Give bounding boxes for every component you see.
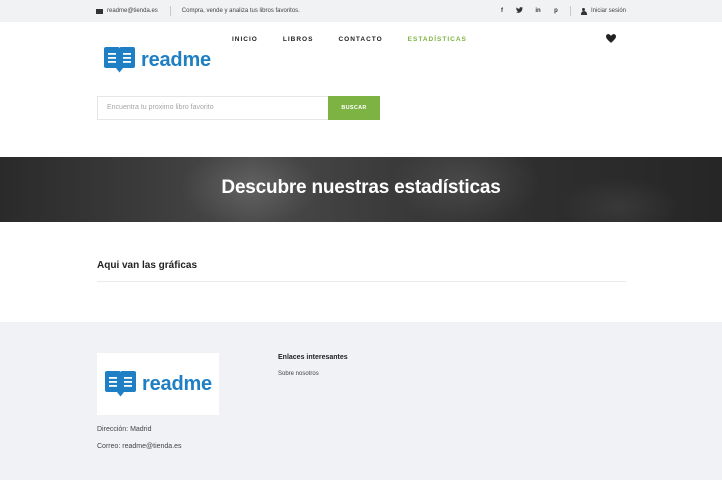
main-nav: INICIO LIBROS CONTACTO ESTADÍSTICAS [232,35,492,45]
top-bar: readme@tienda.es Compra, vende y analiza… [0,0,722,22]
pinterest-icon[interactable]: p [552,8,560,14]
twitter-icon[interactable] [516,7,524,15]
search-input[interactable]: Encuentra tu proximo libro favorito [97,96,328,120]
top-email-text: readme@tienda.es [107,8,158,14]
nav-item-contacto[interactable]: CONTACTO [338,35,382,45]
banner-title: Descubre nuestras estadísticas [221,177,501,198]
nav-item-estadisticas[interactable]: ESTADÍSTICAS [408,35,467,45]
logo-text: readme [141,48,211,71]
hero-banner: Descubre nuestras estadísticas [0,157,722,222]
search-button[interactable]: BUSCAR [328,96,380,120]
book-logo-icon [105,371,137,397]
user-icon [580,7,587,15]
footer-links-title: Enlaces interesantes [278,354,348,361]
linkedin-icon[interactable]: in [534,8,542,14]
footer-logo-text: readme [142,372,212,395]
top-email[interactable]: readme@tienda.es [96,8,158,14]
top-divider [169,6,171,16]
footer-logo-inner: readme [104,371,212,397]
heart-icon[interactable] [606,34,616,43]
facebook-icon[interactable]: f [498,8,506,14]
search-bar: Encuentra tu proximo libro favorito BUSC… [97,96,380,120]
top-bar-right: f in p Iniciar sesión [498,0,626,22]
nav-item-inicio[interactable]: INICIO [232,35,258,45]
login-label: Iniciar sesión [590,8,626,14]
header-logo[interactable]: readme [103,47,211,73]
top-right-divider [569,6,571,16]
social-links: f in p [498,7,560,15]
section-title: Aqui van las gráficas [97,260,198,271]
twitter-bird [516,7,524,13]
book-logo-icon [104,47,135,73]
login-link[interactable]: Iniciar sesión [580,7,626,15]
footer-link-sobre-nosotros[interactable]: Sobre nosotros [278,371,319,377]
top-tagline: Compra, vende y analiza tus libros favor… [181,8,300,14]
nav-item-libros[interactable]: LIBROS [283,35,314,45]
mail-icon [96,8,103,14]
footer-address: Dirección: Madrid [97,426,152,433]
top-bar-left: readme@tienda.es Compra, vende y analiza… [96,0,300,22]
footer: readme Dirección: Madrid Correo: readme@… [0,322,722,480]
section-divider [97,281,626,282]
footer-email[interactable]: Correo: readme@tienda.es [97,443,182,450]
footer-logo[interactable]: readme [97,353,219,415]
